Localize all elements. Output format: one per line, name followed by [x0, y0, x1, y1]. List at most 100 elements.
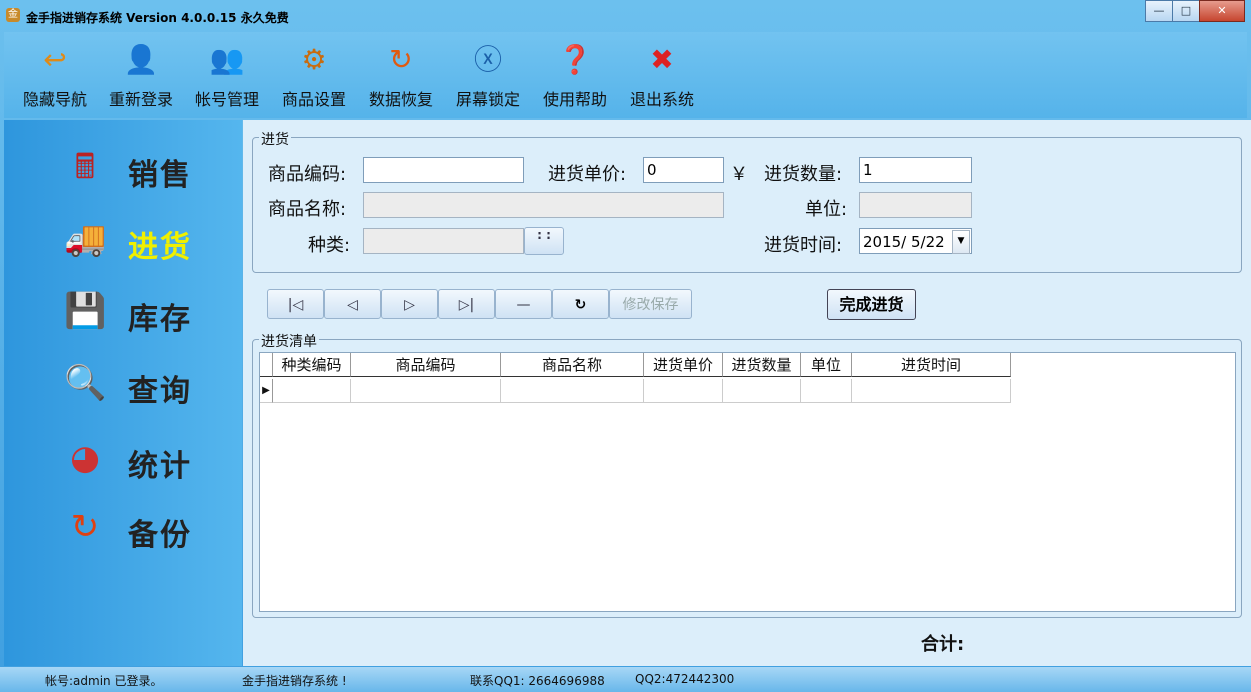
- status-bar: 帐号:admin 已登录。 金手指进销存系统 ! 联系QQ1: 26646969…: [0, 667, 1251, 692]
- product-code-input[interactable]: [363, 157, 524, 183]
- table-cell[interactable]: [852, 379, 1011, 403]
- column-header[interactable]: 进货时间: [852, 353, 1011, 377]
- truck-icon: 🚚: [64, 219, 107, 259]
- toolbar-exit-button[interactable]: ✖ 退出系统: [619, 38, 705, 110]
- sidebar-item-label: 查询: [128, 374, 192, 409]
- category-label: 种类:: [308, 235, 351, 256]
- sidebar-item-label: 备份: [128, 518, 192, 553]
- toolbar-label: 数据恢复: [368, 90, 433, 109]
- sidebar-item-purchase[interactable]: 🚚 进货: [64, 214, 234, 265]
- sidebar-item-statistics[interactable]: ◕ 统计: [64, 433, 234, 484]
- toolbar-label: 帐号管理: [194, 90, 259, 109]
- prev-record-button[interactable]: ◁: [324, 289, 381, 319]
- status-account: 帐号:admin 已登录。: [45, 674, 163, 688]
- toolbar-help-button[interactable]: ❓ 使用帮助: [532, 38, 618, 110]
- main-panel: 进货 商品编码: 进货单价: ￥ 进货数量: 商品名称: 单位: 种类: : :…: [243, 120, 1251, 666]
- purchase-date-value: 2015/ 5/22: [863, 233, 945, 251]
- column-header[interactable]: 进货数量: [723, 353, 801, 377]
- toolbar-label: 屏幕锁定: [455, 90, 520, 109]
- sidebar-item-sales[interactable]: 🖩 销售: [64, 142, 234, 193]
- complete-purchase-button[interactable]: 完成进货: [827, 289, 916, 320]
- modify-save-button[interactable]: 修改保存: [609, 289, 692, 319]
- maximize-button[interactable]: □: [1172, 0, 1200, 22]
- purchase-date-picker[interactable]: 2015/ 5/22 ▼: [859, 228, 972, 254]
- product-name-input: [363, 192, 724, 218]
- product-name-label: 商品名称:: [268, 199, 347, 220]
- column-header[interactable]: 单位: [801, 353, 852, 377]
- column-header[interactable]: 商品编码: [351, 353, 501, 377]
- table-cell[interactable]: [273, 379, 351, 403]
- toolbar-product-settings-button[interactable]: ⚙ 商品设置: [271, 38, 357, 110]
- title-bar: 金 金手指进销存系统 Version 4.0.0.15 永久免费 — □ ✕: [0, 0, 1251, 30]
- grid-header: 种类编码 商品编码 商品名称 进货单价 进货数量 单位 进货时间: [260, 353, 1011, 379]
- status-app-name: 金手指进销存系统 !: [242, 674, 347, 688]
- chevron-down-icon[interactable]: ▼: [952, 230, 970, 254]
- arrow-back-icon: ↩: [43, 43, 67, 76]
- toolbar-label: 隐藏导航: [22, 90, 87, 109]
- toolbar-label: 退出系统: [629, 90, 694, 109]
- table-cell[interactable]: [351, 379, 501, 403]
- total-label: 合计:: [921, 634, 965, 655]
- refresh-button[interactable]: ↻: [552, 289, 609, 319]
- unit-label: 单位:: [805, 199, 848, 220]
- product-code-label: 商品编码:: [268, 164, 347, 185]
- currency-symbol: ￥: [730, 164, 748, 185]
- category-picker-button[interactable]: : :: [524, 227, 564, 255]
- table-cell[interactable]: [723, 379, 801, 403]
- quantity-label: 进货数量:: [764, 164, 843, 185]
- sidebar-item-label: 进货: [128, 230, 192, 265]
- sidebar-item-inventory[interactable]: 💾 库存: [64, 286, 234, 337]
- floppy-icon: 💾: [64, 291, 107, 331]
- toolbar-account-button[interactable]: 👥 帐号管理: [184, 38, 270, 110]
- users-icon: 👥: [209, 43, 245, 76]
- user-login-icon: 👤: [123, 43, 159, 76]
- unit-price-label: 进货单价:: [548, 164, 627, 185]
- table-cell[interactable]: [644, 379, 723, 403]
- column-header[interactable]: 商品名称: [501, 353, 644, 377]
- delete-record-button[interactable]: —: [495, 289, 552, 319]
- sidebar-item-backup[interactable]: ↻ 备份: [64, 502, 234, 553]
- group-legend: 进货: [259, 129, 291, 149]
- row-selector-icon: ▶: [260, 379, 273, 403]
- sidebar-nav: 🖩 销售 🚚 进货 💾 库存 🔍 查询 ◕ 统计 ↻ 备份: [4, 120, 242, 666]
- close-red-icon: ✖: [650, 43, 674, 76]
- sidebar-item-label: 销售: [128, 158, 192, 193]
- sidebar-item-query[interactable]: 🔍 查询: [64, 358, 234, 409]
- refresh-icon: ↻: [389, 43, 413, 76]
- lock-x-icon: ⓧ: [473, 43, 502, 76]
- table-cell[interactable]: [501, 379, 644, 403]
- close-button[interactable]: ✕: [1199, 0, 1245, 22]
- purchase-date-label: 进货时间:: [764, 235, 843, 256]
- refresh-icon: ↻: [70, 507, 100, 547]
- minimize-button[interactable]: —: [1145, 0, 1173, 22]
- magnifier-icon: 🔍: [64, 363, 107, 403]
- column-header[interactable]: 种类编码: [273, 353, 351, 377]
- toolbar-lock-screen-button[interactable]: ⓧ 屏幕锁定: [445, 38, 531, 110]
- column-header[interactable]: 进货单价: [644, 353, 723, 377]
- pie-chart-icon: ◕: [70, 438, 100, 478]
- table-cell[interactable]: [801, 379, 852, 403]
- last-record-button[interactable]: ▷|: [438, 289, 495, 319]
- next-record-button[interactable]: ▷: [381, 289, 438, 319]
- help-icon: ❓: [557, 43, 593, 76]
- unit-input: [859, 192, 972, 218]
- gear-box-icon: ⚙: [301, 43, 327, 76]
- toolbar-label: 商品设置: [281, 90, 346, 109]
- cash-register-icon: 🖩: [74, 147, 96, 187]
- toolbar-hide-nav-button[interactable]: ↩ 隐藏导航: [12, 38, 98, 110]
- toolbar-relogin-button[interactable]: 👤 重新登录: [98, 38, 184, 110]
- category-input: [363, 228, 524, 254]
- table-row[interactable]: ▶: [260, 379, 1011, 403]
- first-record-button[interactable]: |◁: [267, 289, 324, 319]
- unit-price-input[interactable]: [643, 157, 724, 183]
- app-logo-icon: 金: [6, 8, 20, 22]
- status-qq1: 联系QQ1: 2664696988: [470, 674, 605, 688]
- purchase-list-grid[interactable]: 种类编码 商品编码 商品名称 进货单价 进货数量 单位 进货时间 ▶: [259, 352, 1236, 612]
- toolbar-data-restore-button[interactable]: ↻ 数据恢复: [358, 38, 444, 110]
- window-title: 金手指进销存系统 Version 4.0.0.15 永久免费: [26, 11, 289, 25]
- purchase-group: 进货 商品编码: 进货单价: ￥ 进货数量: 商品名称: 单位: 种类: : :…: [252, 129, 1242, 273]
- toolbar-label: 使用帮助: [542, 90, 607, 109]
- sidebar-item-label: 库存: [128, 302, 192, 337]
- window-controls: — □ ✕: [1145, 0, 1245, 22]
- quantity-input[interactable]: [859, 157, 972, 183]
